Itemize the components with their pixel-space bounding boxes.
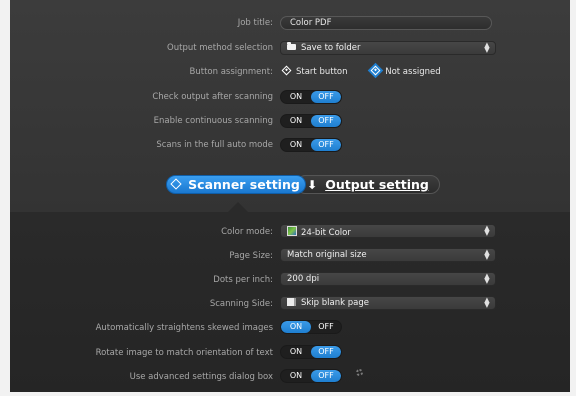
start-button-option[interactable]: Start button (281, 65, 348, 78)
toggle-on-text: ON (289, 116, 303, 125)
select-arrows-icon: ▲ ▼ (484, 41, 490, 54)
radio-diamond-selected-icon (370, 65, 381, 76)
output-method-value: Save to folder (301, 43, 361, 53)
tab-output-setting[interactable]: ⬇ Output setting (296, 175, 440, 194)
job-title-field[interactable]: Color PDF (280, 16, 492, 30)
scanning-side-label: Scanning Side: (209, 299, 273, 309)
toggle-off-text: OFF (311, 346, 341, 358)
scan-settings-window: Job title: Color PDF Output method selec… (10, 0, 570, 392)
rotate-label: Rotate image to match orientation of tex… (95, 348, 273, 358)
dpi-select[interactable]: 200 dpi ▲ ▼ (280, 272, 496, 286)
toggle-off-text: OFF (318, 322, 334, 331)
gear-icon[interactable] (356, 369, 363, 376)
toggle-on-text: ON (289, 371, 303, 380)
select-arrows-icon: ▲ ▼ (484, 272, 490, 285)
toggle-off-text: OFF (311, 370, 341, 382)
start-button-label: Start button (296, 67, 348, 77)
color-mode-select[interactable]: 24-bit Color ▲ ▼ (280, 224, 496, 238)
down-arrow-icon: ⬇ (307, 178, 318, 192)
job-title-label: Job title: (237, 18, 273, 28)
radio-diamond-icon (281, 65, 292, 76)
full-auto-label: Scans in the full auto mode (156, 140, 273, 150)
scanning-side-value: Skip blank page (301, 298, 369, 308)
continuous-scanning-label: Enable continuous scanning (153, 116, 273, 126)
toggle-off-text: OFF (311, 115, 341, 127)
color-mode-label: Color mode: (221, 227, 273, 237)
advanced-toggle[interactable]: ON OFF (280, 369, 342, 383)
toggle-off-text: OFF (311, 139, 341, 151)
select-arrows-icon: ▲ ▼ (484, 224, 490, 237)
page-size-select[interactable]: Match original size ▲ ▼ (280, 248, 496, 262)
continuous-scanning-toggle[interactable]: ON OFF (280, 114, 342, 128)
select-arrows-icon: ▲ ▼ (484, 248, 490, 261)
button-assignment-label: Button assignment: (189, 67, 273, 77)
toggle-off-text: OFF (311, 91, 341, 103)
color-mode-value: 24-bit Color (301, 228, 351, 238)
select-arrows-icon: ▲ ▼ (484, 296, 490, 309)
straighten-label: Automatically straightens skewed images (95, 323, 273, 333)
toggle-on-text: ON (289, 140, 303, 149)
toggle-on-text: ON (289, 347, 303, 356)
full-auto-toggle[interactable]: ON OFF (280, 138, 342, 152)
diamond-icon (170, 178, 182, 190)
scanning-side-select[interactable]: Skip blank page ▲ ▼ (280, 296, 496, 310)
toggle-on-text: ON (289, 92, 303, 101)
output-method-label: Output method selection (167, 43, 273, 53)
rotate-toggle[interactable]: ON OFF (280, 345, 342, 359)
output-method-select[interactable]: Save to folder ▲ ▼ (280, 41, 496, 55)
folder-icon (287, 42, 296, 50)
advanced-label: Use advanced settings dialog box (129, 372, 273, 382)
straighten-toggle[interactable]: ON OFF (280, 320, 342, 334)
button-assignment-group: Start button Not assigned (281, 65, 463, 78)
scanner-tab-label: Scanner setting (188, 177, 300, 192)
not-assigned-label: Not assigned (385, 67, 441, 77)
not-assigned-option[interactable]: Not assigned (370, 65, 441, 78)
blank-page-icon (287, 298, 296, 306)
dpi-label: Dots per inch: (213, 275, 273, 285)
dpi-value: 200 dpi (287, 274, 320, 284)
tab-scanner-setting[interactable]: Scanner setting (166, 175, 306, 194)
toggle-on-text: ON (281, 321, 311, 333)
color-image-icon (287, 226, 297, 236)
output-tab-label: Output setting (325, 177, 429, 192)
page-size-value: Match original size (287, 250, 367, 260)
panel-pointer (228, 202, 248, 212)
check-output-label: Check output after scanning (152, 92, 273, 102)
check-output-toggle[interactable]: ON OFF (280, 90, 342, 104)
page-size-label: Page Size: (229, 251, 273, 261)
